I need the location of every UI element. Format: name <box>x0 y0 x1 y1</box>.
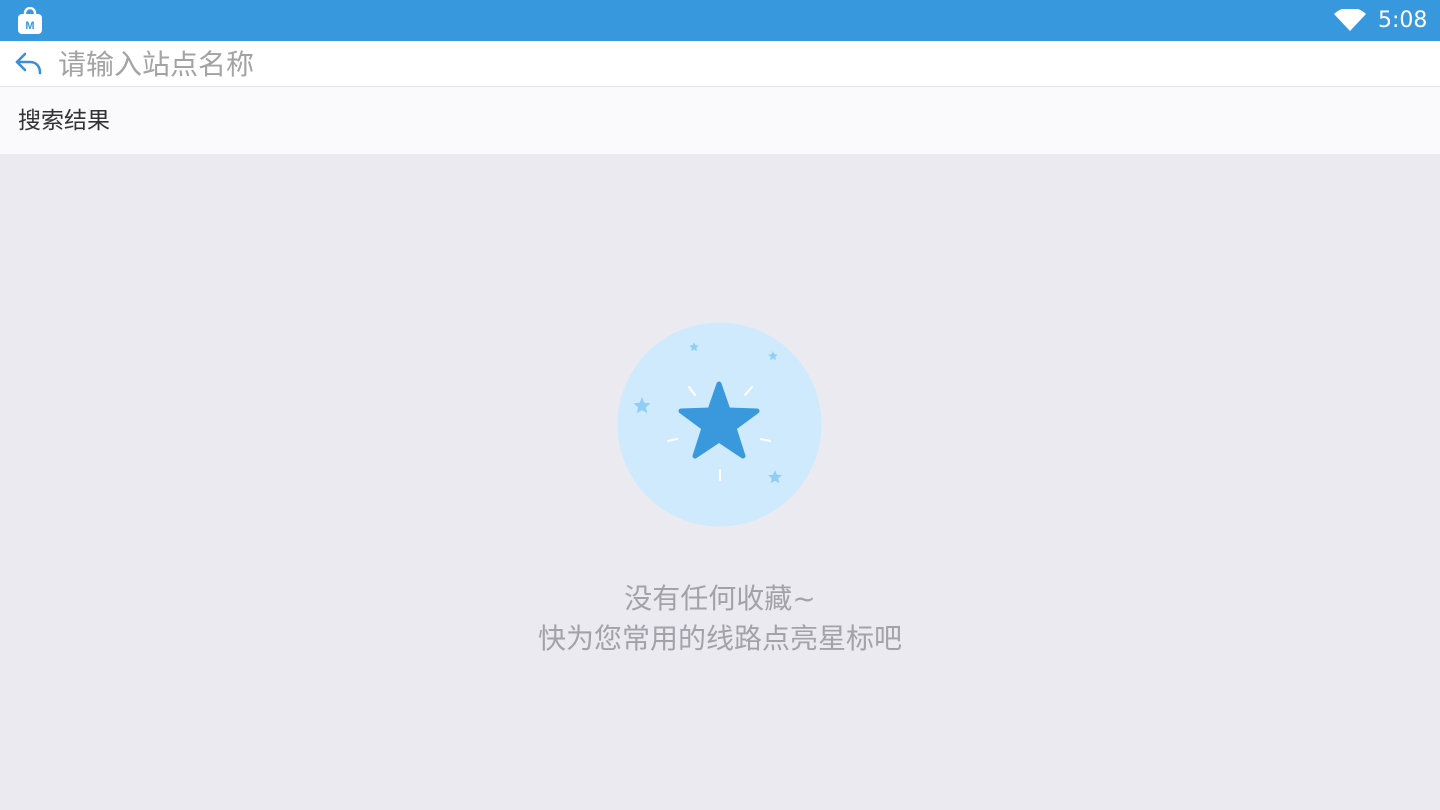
results-header: 搜索结果 <box>0 87 1440 154</box>
search-bar <box>0 41 1440 87</box>
empty-state-subtitle: 快为您常用的线路点亮星标吧 <box>537 622 902 655</box>
empty-state-title: 没有任何收藏~ <box>624 582 816 615</box>
wifi-icon <box>1334 9 1366 31</box>
status-bar: M 5:08 <box>0 0 1440 41</box>
star-icon <box>617 322 822 527</box>
svg-text:M: M <box>25 20 34 32</box>
status-time: 5:08 <box>1378 8 1428 33</box>
back-button[interactable] <box>12 49 46 79</box>
back-arrow-icon <box>15 52 42 75</box>
results-title: 搜索结果 <box>18 108 110 134</box>
search-input[interactable] <box>58 45 1418 83</box>
shopping-bag-icon: M <box>18 7 42 34</box>
